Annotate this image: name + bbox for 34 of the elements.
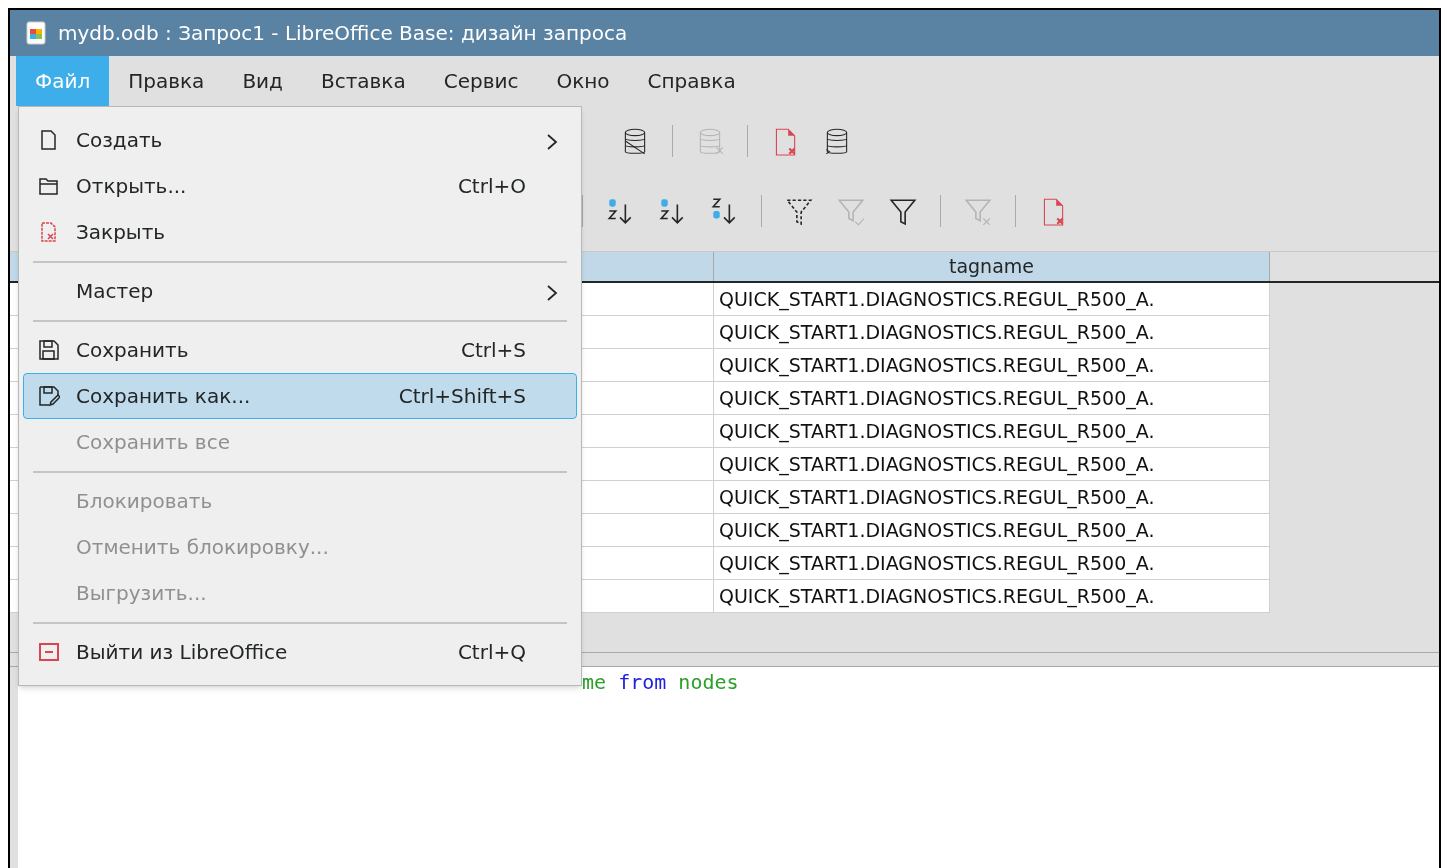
menu-item[interactable]: Вставка xyxy=(301,56,425,106)
sql-identifier: me xyxy=(582,670,607,694)
filter-dashed-icon[interactable] xyxy=(784,196,814,226)
table-cell: QUICK_START1.DIAGNOSTICS.REGUL_R500_A. xyxy=(714,514,1270,547)
sql-keyword: from xyxy=(618,670,667,694)
menu-item[interactable]: Вид xyxy=(223,56,302,106)
menu-item[interactable]: Правка xyxy=(109,56,224,106)
menu-item[interactable]: Сохранить как... Ctrl+Shift+S xyxy=(23,373,577,419)
menu-item[interactable]: Создать xyxy=(23,117,577,163)
menu-item[interactable]: Сохранить Ctrl+S xyxy=(23,327,577,373)
table-cell: QUICK_START1.DIAGNOSTICS.REGUL_R500_A. xyxy=(714,448,1270,481)
table-cell: QUICK_START1.DIAGNOSTICS.REGUL_R500_A. xyxy=(714,283,1270,316)
menu-item[interactable]: Справка xyxy=(628,56,755,106)
window-title: mydb.odb : Запрос1 - LibreOffice Base: дизайн запроса xyxy=(58,20,628,47)
menu-item[interactable]: Сервис xyxy=(424,56,538,106)
table-cell: QUICK_START1.DIAGNOSTICS.REGUL_R500_A. xyxy=(714,415,1270,448)
sql-identifier: nodes xyxy=(678,670,739,694)
menu-item[interactable]: Открыть... Ctrl+O xyxy=(23,163,577,209)
table-cell: QUICK_START1.DIAGNOSTICS.REGUL_R500_A. xyxy=(714,382,1270,415)
table-cell: QUICK_START1.DIAGNOSTICS.REGUL_R500_A. xyxy=(714,316,1270,349)
app-icon xyxy=(26,21,46,45)
table-cell: QUICK_START1.DIAGNOSTICS.REGUL_R500_A. xyxy=(714,349,1270,382)
table-cell: QUICK_START1.DIAGNOSTICS.REGUL_R500_A. xyxy=(714,481,1270,514)
column-header[interactable]: tagname xyxy=(714,252,1270,281)
menu-item[interactable]: Окно xyxy=(537,56,629,106)
table-cell: QUICK_START1.DIAGNOSTICS.REGUL_R500_A. xyxy=(714,580,1270,613)
exit-icon xyxy=(38,641,60,663)
menu-item[interactable]: Мастер xyxy=(23,268,577,314)
menu-item[interactable]: Закрыть xyxy=(23,209,577,255)
filter-icon[interactable] xyxy=(888,196,918,226)
folder-icon xyxy=(38,175,60,197)
sql-editor[interactable]: me from nodes xyxy=(18,667,1439,868)
floppy-disk-pencil-icon xyxy=(38,385,60,407)
table-cell: QUICK_START1.DIAGNOSTICS.REGUL_R500_A. xyxy=(714,547,1270,580)
